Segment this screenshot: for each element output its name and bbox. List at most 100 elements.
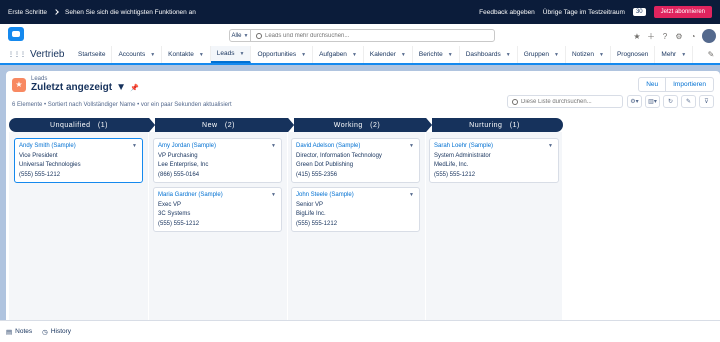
edit-nav-icon[interactable]: ✎ [706, 50, 716, 60]
lead-card[interactable]: John Steele (Sample) ▼ Senior VP BigLife… [291, 187, 420, 232]
nav-label: Aufgaben [319, 51, 347, 58]
stage-count: (2) [370, 121, 381, 129]
lead-name-link[interactable]: John Steele (Sample) [296, 191, 415, 201]
chevron-down-icon[interactable]: ▼ [199, 52, 204, 58]
new-button[interactable]: Neu [638, 77, 667, 92]
search-input[interactable] [265, 32, 465, 39]
help-icon[interactable]: ? [660, 31, 670, 41]
nav-label: Accounts [118, 51, 146, 58]
filter-icon[interactable]: ⊽ [699, 95, 714, 108]
list-settings-icon[interactable]: ⚙▾ [627, 95, 642, 108]
global-header: Alle▼ ★ ＋ ? ⚙ ◔ [0, 24, 720, 46]
scope-label: Alle [231, 32, 242, 39]
nav-item-mehr[interactable]: Mehr ▼ [655, 46, 694, 63]
nav-item-leads[interactable]: Leads ▼ [210, 46, 252, 63]
chevron-down-icon[interactable]: ▼ [150, 52, 155, 58]
lead-title: System Administrator [434, 152, 491, 159]
getting-started-link[interactable]: Erste Schritte [8, 9, 47, 16]
kanban-stage-bar: Unqualified (1) New (2) Working (2) Nurt… [9, 118, 563, 132]
chevron-down-icon[interactable]: ▼ [240, 51, 245, 57]
app-launcher-icon[interactable]: ⋮⋮⋮ [8, 51, 26, 58]
chevron-down-icon[interactable]: ▼ [301, 52, 306, 58]
import-button[interactable]: Importieren [666, 77, 714, 92]
lead-phone: (555) 555-1212 [158, 220, 200, 227]
nav-label: Leads [216, 50, 235, 57]
nav-label: Prognosen [616, 51, 649, 58]
nav-item-gruppen[interactable]: Gruppen ▼ [518, 46, 566, 63]
bell-icon[interactable]: ◔ [688, 31, 698, 41]
chevron-down-icon[interactable]: ▼ [352, 52, 357, 58]
chevron-down-icon[interactable]: ▼ [554, 52, 559, 58]
nav-label: Kalender [369, 51, 396, 58]
chevron-down-icon[interactable]: ▼ [116, 82, 126, 93]
subscribe-button[interactable]: Jetzt abonnieren [653, 6, 712, 18]
lead-name-link[interactable]: Maria Gardner (Sample) [158, 191, 277, 201]
history-utility[interactable]: ◷ History [42, 328, 71, 336]
chevron-down-icon[interactable]: ▼ [506, 52, 511, 58]
gear-icon[interactable]: ⚙ [674, 31, 684, 41]
chevron-down-icon: ▼ [243, 32, 249, 39]
nav-item-notizen[interactable]: Notizen ▼ [566, 46, 611, 63]
chevron-down-icon[interactable]: ▼ [409, 142, 414, 150]
search-icon [512, 98, 518, 105]
nav-item-startseite[interactable]: Startseite [72, 46, 113, 63]
list-view-selector[interactable]: Zuletzt angezeigt ▼ 📌 [31, 82, 139, 93]
chevron-down-icon[interactable]: ▼ [401, 52, 406, 58]
lead-star-icon: ★ [12, 77, 26, 92]
nav-item-kalender[interactable]: Kalender ▼ [364, 46, 413, 63]
edit-list-icon[interactable]: ✎ [681, 95, 696, 108]
chevron-down-icon[interactable]: ▼ [271, 191, 276, 199]
lead-card[interactable]: Andy Smith (Sample) ▼ Vice President Uni… [14, 138, 143, 183]
nav-item-aufgaben[interactable]: Aufgaben ▼ [313, 46, 364, 63]
app-name[interactable]: ⋮⋮⋮ Vertrieb [0, 49, 72, 60]
search-scope-select[interactable]: Alle ▼ [230, 30, 251, 41]
cloud-logo-icon[interactable] [8, 27, 24, 41]
lead-company: BigLife Inc. [296, 211, 326, 218]
list-meta: 6 Elemente • Sortiert nach Vollständiger… [12, 102, 232, 108]
chevron-down-icon[interactable]: ▼ [548, 142, 553, 150]
chevron-down-icon[interactable]: ▼ [271, 142, 276, 150]
stage-name: New [202, 121, 218, 129]
nav-label: Kontakte [168, 51, 194, 58]
nav-item-prognosen[interactable]: Prognosen [611, 46, 656, 63]
favorites-icon[interactable]: ★ [632, 31, 642, 41]
lead-name-link[interactable]: Amy Jordan (Sample) [158, 142, 277, 152]
list-search[interactable] [507, 95, 623, 108]
pin-icon[interactable]: 📌 [130, 84, 139, 92]
display-as-icon[interactable]: ▥▾ [645, 95, 660, 108]
nav-item-dashboards[interactable]: Dashboards ▼ [460, 46, 518, 63]
chevron-right-icon [53, 9, 59, 15]
nav-label: Notizen [571, 51, 594, 58]
lead-company: Universal Technologies [19, 162, 81, 169]
nav-item-kontakte[interactable]: Kontakte ▼ [162, 46, 211, 63]
feedback-link[interactable]: Feedback abgeben [479, 9, 535, 16]
onboarding-hint[interactable]: Sehen Sie sich die wichtigsten Funktione… [65, 9, 196, 16]
lead-card[interactable]: Maria Gardner (Sample) ▼ Exec VP 3C Syst… [153, 187, 282, 232]
chevron-down-icon[interactable]: ▼ [448, 52, 453, 58]
chevron-down-icon[interactable]: ▼ [409, 191, 414, 199]
nav-item-opportunities[interactable]: Opportunities ▼ [251, 46, 314, 63]
lead-name-link[interactable]: David Adelson (Sample) [296, 142, 415, 152]
lead-phone: (866) 555-0164 [158, 171, 200, 178]
add-icon[interactable]: ＋ [646, 31, 656, 41]
lead-name-link[interactable]: Andy Smith (Sample) [19, 142, 138, 152]
lead-card[interactable]: Amy Jordan (Sample) ▼ VP Purchasing Lee … [153, 138, 282, 183]
lead-phone: (555) 555-1212 [19, 171, 61, 178]
nav-label: Dashboards [465, 51, 501, 58]
refresh-icon[interactable]: ↻ [663, 95, 678, 108]
lead-card[interactable]: David Adelson (Sample) ▼ Director, Infor… [291, 138, 420, 183]
avatar[interactable] [702, 29, 716, 43]
lead-company: 3C Systems [158, 211, 191, 218]
lead-name-link[interactable]: Sarah Loehr (Sample) [434, 142, 554, 152]
list-search-input[interactable] [521, 98, 621, 105]
chevron-down-icon[interactable]: ▼ [132, 142, 137, 150]
chevron-down-icon[interactable]: ▼ [681, 52, 686, 58]
chevron-down-icon[interactable]: ▼ [599, 52, 604, 58]
global-search[interactable]: Alle ▼ [229, 29, 495, 42]
nav-item-accounts[interactable]: Accounts ▼ [112, 46, 163, 63]
lead-card[interactable]: Sarah Loehr (Sample) ▼ System Administra… [429, 138, 559, 183]
notes-utility[interactable]: ▤ Notes [6, 328, 32, 336]
clock-icon: ◷ [42, 328, 48, 336]
nav-item-berichte[interactable]: Berichte ▼ [413, 46, 460, 63]
stage-count: (2) [224, 121, 235, 129]
